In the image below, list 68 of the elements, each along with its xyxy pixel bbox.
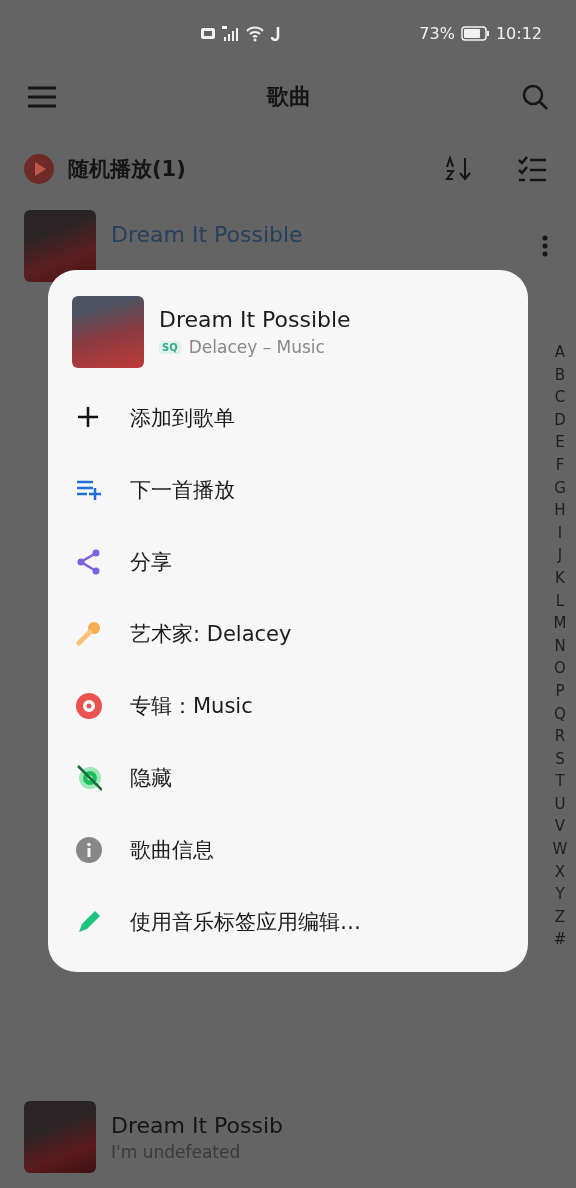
menu-item[interactable]: 艺术家: Delacey <box>72 598 528 670</box>
index-letter[interactable]: U <box>554 792 566 816</box>
index-letter[interactable]: K <box>555 566 565 590</box>
clock: 10:12 <box>495 23 542 43</box>
now-playing-title: Dream It Possib <box>111 1112 283 1138</box>
index-letter[interactable]: X <box>554 860 566 884</box>
menu-item[interactable]: 分享 <box>72 526 528 598</box>
play-icon <box>24 154 54 184</box>
notification-icon <box>270 25 280 41</box>
song-title[interactable]: Dream It Possible <box>111 222 527 247</box>
page-title: 歌曲 <box>267 83 311 111</box>
index-letter[interactable]: W <box>552 838 568 861</box>
wifi-icon <box>246 24 264 42</box>
sort-icon <box>444 155 472 183</box>
battery-percent: 73% <box>419 23 455 43</box>
index-letter[interactable]: G <box>554 476 566 500</box>
index-letter[interactable]: N <box>554 634 566 658</box>
menu-item[interactable]: 下一首播放 <box>72 454 528 526</box>
shuffle-label: 随机播放(1) <box>68 156 187 183</box>
album-art <box>24 1101 96 1173</box>
album-art <box>72 296 144 368</box>
search-icon <box>522 84 548 110</box>
index-letter[interactable]: P <box>555 679 565 703</box>
microphone-icon <box>76 621 102 647</box>
index-letter[interactable]: D <box>554 408 566 432</box>
disc-icon <box>76 693 102 719</box>
index-letter[interactable]: # <box>553 928 567 952</box>
index-letter[interactable]: J <box>557 544 563 567</box>
index-letter[interactable]: M <box>553 612 567 635</box>
pencil-icon <box>76 909 102 935</box>
index-letter[interactable]: Y <box>555 883 565 906</box>
song-title: Dream It Possible <box>159 307 351 332</box>
index-letter[interactable]: L <box>555 589 565 613</box>
menu-item[interactable]: 使用音乐标签应用编辑… <box>72 886 528 958</box>
index-letter[interactable]: R <box>554 725 566 748</box>
index-letter[interactable]: A <box>554 341 566 364</box>
index-letter[interactable]: Z <box>554 905 566 929</box>
more-icon <box>542 235 548 257</box>
index-letter[interactable]: B <box>554 363 566 387</box>
index-letter[interactable]: S <box>555 747 565 771</box>
quality-badge: SQ <box>159 340 181 354</box>
checklist-icon <box>518 155 548 183</box>
battery-icon <box>460 25 490 41</box>
more-button[interactable] <box>542 235 548 257</box>
shuffle-play-button[interactable] <box>24 154 54 184</box>
song-subtitle: Delacey – Music <box>188 337 325 357</box>
info-icon <box>76 837 102 863</box>
hd-icon <box>200 25 216 41</box>
index-letter[interactable]: Q <box>554 702 566 726</box>
menu-item[interactable]: 隐藏 <box>72 742 528 814</box>
multi-select-button[interactable] <box>518 155 548 183</box>
search-button[interactable] <box>522 84 548 110</box>
menu-icon <box>28 85 56 109</box>
index-letter[interactable]: E <box>555 431 565 454</box>
index-letter[interactable]: C <box>554 386 566 409</box>
index-letter[interactable]: T <box>555 770 565 793</box>
menu-item[interactable]: 专辑：Music <box>72 670 528 742</box>
index-letter[interactable]: V <box>554 815 566 839</box>
sort-button[interactable] <box>444 155 472 183</box>
index-letter[interactable]: O <box>554 657 566 680</box>
signal-icon <box>222 25 240 41</box>
eye-slash-icon <box>76 765 102 791</box>
menu-item[interactable]: 歌曲信息 <box>72 814 528 886</box>
share-icon <box>76 549 102 575</box>
menu-item[interactable]: 添加到歌单 <box>72 382 528 454</box>
menu-button[interactable] <box>28 85 56 109</box>
index-letter[interactable]: F <box>555 453 565 477</box>
index-letter[interactable]: H <box>554 499 566 522</box>
